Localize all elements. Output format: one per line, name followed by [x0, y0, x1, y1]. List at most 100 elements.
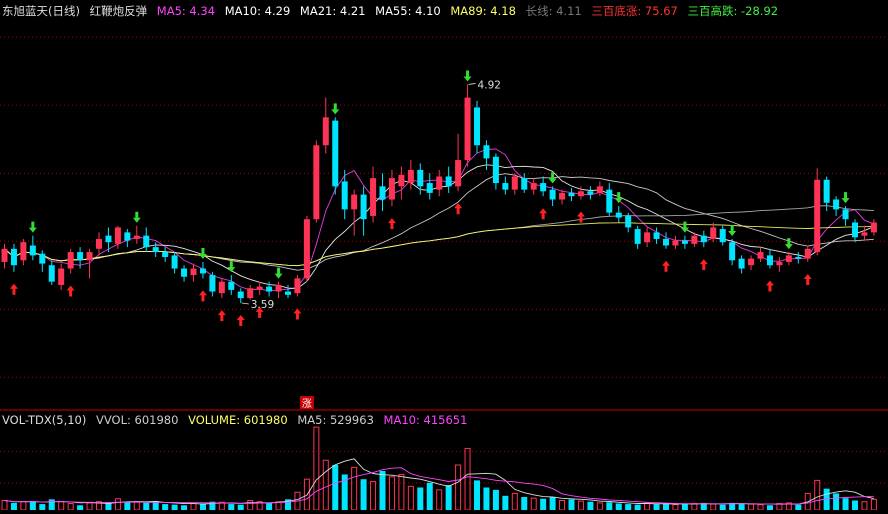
candle-body [530, 183, 537, 190]
candle-body [58, 268, 65, 285]
candle-body [615, 212, 622, 218]
volume-bar [417, 487, 424, 510]
volume-bar [663, 503, 669, 510]
volume-bar [455, 464, 462, 511]
candle-body [691, 235, 698, 244]
volume-bar [67, 502, 74, 511]
candle-body [237, 291, 244, 299]
kline-chart[interactable]: 4.92 3.59 涨 [0, 0, 888, 511]
candle-body [303, 219, 310, 279]
candle-body [171, 255, 178, 269]
volume-bar [77, 505, 84, 510]
candle-body [568, 192, 575, 197]
candle-body [143, 235, 150, 248]
candle-body [814, 179, 821, 253]
volume-bar [464, 447, 471, 511]
candle-body [133, 235, 140, 239]
buy-arrow [539, 208, 548, 220]
volume-label: VOLUME: 601980 [188, 413, 288, 427]
volume-bar [596, 502, 603, 511]
candle-body [738, 258, 745, 269]
candle-body [795, 257, 802, 259]
volume-bar [29, 501, 36, 510]
price-header: 东旭蓝天(日线) 红鞭炮反弹 MA5: 4.34 MA10: 4.29 MA21… [2, 2, 784, 20]
candle-body [313, 145, 320, 220]
volume-bar [247, 500, 254, 511]
volume-bar [445, 485, 452, 510]
volume-group [1, 426, 877, 511]
candle-body [852, 222, 858, 238]
candle-body [577, 191, 584, 197]
volume-bar [388, 476, 395, 511]
candle-body [256, 286, 263, 290]
volume-bar [833, 493, 840, 510]
volume-bar [322, 459, 329, 511]
candle-body [86, 252, 93, 261]
volume-bar [606, 502, 613, 510]
buy-arrow [699, 259, 708, 271]
candle-body [681, 240, 688, 244]
volume-bar [171, 504, 178, 510]
candle-body [823, 179, 830, 203]
candle-body [870, 222, 877, 233]
price-annotation-low: 3.59 [251, 299, 274, 311]
candle-body [152, 247, 159, 253]
volume-bar [814, 479, 821, 511]
volume-bar [39, 504, 46, 510]
candle-body [247, 288, 254, 299]
candle-body [521, 178, 528, 190]
volume-bar [143, 502, 150, 510]
candle-body [455, 160, 462, 187]
candles-group [1, 84, 877, 304]
candle-body [710, 227, 717, 239]
buy-arrow [454, 203, 463, 215]
candle-body [719, 229, 726, 243]
candle-body [436, 176, 443, 190]
vol-ma10-label: MA10: 415651 [383, 413, 468, 427]
candle-body [29, 245, 36, 256]
annotation-leader [468, 83, 476, 85]
volume-bar [407, 485, 414, 511]
candle-body [653, 232, 660, 239]
candle-body [341, 181, 348, 210]
volume-bar [360, 479, 367, 510]
volume-bar [351, 466, 358, 511]
volume-bar [398, 473, 405, 511]
volume-bar [681, 504, 688, 510]
candle-body [785, 255, 792, 262]
candle-body [360, 194, 367, 220]
candle-body [804, 248, 811, 259]
candle-body [511, 176, 518, 190]
volume-bar [20, 501, 27, 511]
candle-body [275, 284, 282, 292]
volume-bar [228, 504, 235, 510]
candle-body [124, 232, 131, 241]
vvol-label: VVOL: 601980 [96, 413, 179, 427]
volume-bar [549, 496, 556, 510]
ma55-label: MA55: 4.10 [375, 4, 441, 18]
candle-body [833, 199, 840, 210]
candle-body [766, 255, 773, 266]
candle-body [559, 192, 566, 200]
volume-bar [852, 500, 858, 510]
candle-body [596, 186, 603, 193]
volume-bar [738, 503, 745, 510]
candle-body [322, 117, 329, 146]
volume-bar [530, 497, 537, 511]
candle-body [483, 145, 490, 159]
chart-stage[interactable]: 4.92 3.59 涨 [0, 0, 888, 511]
sell-arrow [132, 211, 141, 223]
candle-body [48, 265, 55, 282]
volume-bar [58, 501, 65, 511]
candle-body [407, 169, 414, 184]
candle-body [1, 248, 8, 262]
volume-bar [559, 500, 566, 511]
long-line-label: 长线: 4.11 [525, 4, 582, 18]
volume-bar [332, 465, 339, 510]
candle-body [729, 242, 736, 261]
candle-body [540, 183, 547, 192]
buy-arrow [198, 290, 207, 302]
volume-bar [653, 504, 660, 510]
candle-body [634, 229, 641, 244]
candle-body [625, 215, 632, 228]
